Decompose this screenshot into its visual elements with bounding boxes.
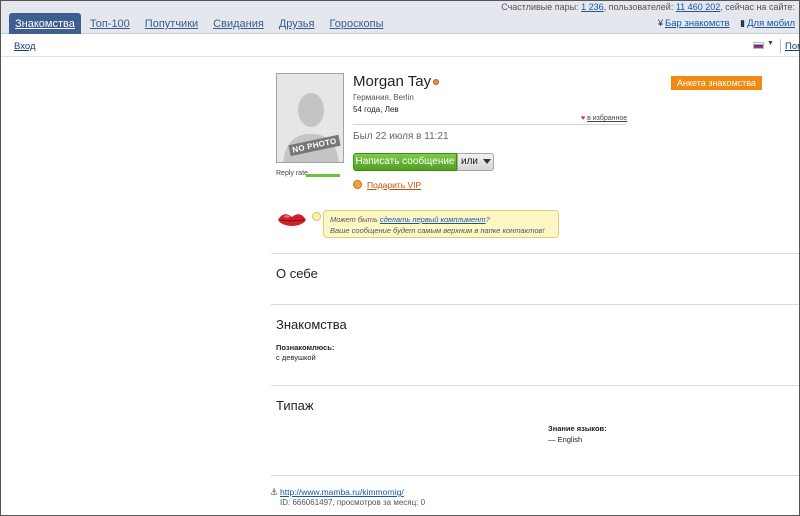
tip-line-2: Ваше сообщение будет самым верхним в пап… bbox=[330, 226, 545, 235]
gift-icon bbox=[353, 180, 362, 189]
online-status-icon bbox=[433, 79, 439, 85]
users-label: , пользователей: bbox=[603, 2, 674, 12]
profile-location: Германия, Berlin bbox=[353, 93, 414, 102]
lips-icon[interactable] bbox=[277, 211, 307, 229]
dating-value: с девушкой bbox=[276, 353, 316, 362]
language-caret-icon[interactable]: ▼ bbox=[767, 40, 774, 47]
tip-line-1: Может быть сделать первый комплимент? bbox=[330, 214, 552, 225]
favorites-label[interactable]: в избранное bbox=[587, 115, 627, 122]
tab-svidaniya[interactable]: Свидания bbox=[207, 13, 270, 34]
main-tabs: Знакомства Топ-100 Попутчики Свидания Др… bbox=[9, 13, 393, 34]
first-compliment-link[interactable]: сделать первый комплимент bbox=[380, 215, 486, 224]
bar-icon: ¥ bbox=[657, 18, 663, 28]
pairs-label: Счастливые пары: bbox=[501, 2, 579, 12]
tip-prefix: Может быть bbox=[330, 215, 380, 224]
reply-rate-label: Reply rate bbox=[276, 170, 308, 177]
profile-url-link[interactable]: http://www.mamba.ru/kimmornig/ bbox=[280, 487, 404, 497]
users-count-link[interactable]: 11 460 202 bbox=[676, 2, 720, 12]
profile-age-sign: 54 года, Лев bbox=[353, 105, 399, 114]
anchor-icon: ⚓ bbox=[270, 487, 279, 497]
login-link[interactable]: Вход bbox=[14, 41, 36, 52]
type-section-title: Типаж bbox=[276, 398, 314, 413]
smiley-icon bbox=[312, 212, 321, 221]
languages-value: — English bbox=[548, 435, 583, 444]
pairs-count-link[interactable]: 1 236 bbox=[581, 2, 604, 12]
profile-type-badge[interactable]: Анкета знакомства bbox=[671, 76, 762, 90]
mobile-link[interactable]: Для мобил bbox=[747, 18, 795, 29]
top-links: ¥ Бар знакомств ▮ Для мобил bbox=[658, 18, 795, 29]
help-link[interactable]: Помо bbox=[785, 41, 800, 52]
sub-divider bbox=[780, 39, 781, 53]
tab-druzya[interactable]: Друзья bbox=[273, 13, 321, 34]
tip-suffix: ? bbox=[485, 215, 490, 224]
profile-name: Morgan Tay bbox=[353, 73, 432, 90]
section-divider bbox=[271, 385, 799, 386]
tab-znakomstva[interactable]: Знакомства bbox=[9, 13, 81, 34]
about-section-title: О себе bbox=[276, 266, 318, 281]
online-label: , сейчас на сайте: bbox=[720, 2, 795, 12]
tab-poputchiki[interactable]: Попутчики bbox=[139, 13, 204, 34]
sub-navigation: Вход ▼ Помо bbox=[1, 35, 800, 57]
last-seen: Был 22 июля в 11:21 bbox=[353, 131, 449, 142]
section-divider bbox=[271, 304, 799, 305]
tab-top-100[interactable]: Топ-100 bbox=[84, 13, 136, 34]
profile-id-views: ID: 666061497, просмотров за месяц: 0 bbox=[280, 498, 426, 507]
compliment-tip: Может быть сделать первый комплимент? Ва… bbox=[323, 210, 559, 238]
mobile-icon: ▮ bbox=[740, 18, 746, 28]
dating-section-title: Знакомства bbox=[276, 317, 347, 332]
section-divider bbox=[271, 475, 799, 476]
write-message-button[interactable]: Написать сообщение bbox=[353, 153, 457, 171]
site-stats: Счастливые пары: 1 236, пользователей: 1… bbox=[501, 2, 795, 12]
dating-label: Познакомлюсь: bbox=[276, 343, 335, 352]
section-divider bbox=[271, 253, 799, 254]
top-navigation: Знакомства Топ-100 Попутчики Свидания Др… bbox=[1, 1, 799, 34]
add-to-favorites[interactable]: ♥ в избранное bbox=[581, 115, 627, 122]
profile-divider bbox=[353, 124, 626, 125]
heart-icon: ♥ bbox=[581, 115, 586, 122]
profile-photo[interactable]: NO PHOTO bbox=[276, 73, 344, 163]
languages-label: Знание языков: bbox=[548, 424, 607, 433]
tab-goroskopy[interactable]: Гороскопы bbox=[324, 13, 390, 34]
bar-link[interactable]: Бар знакомств bbox=[665, 18, 730, 29]
russian-flag-icon[interactable] bbox=[753, 42, 764, 49]
dropdown-caret-icon[interactable] bbox=[483, 159, 491, 164]
reply-rate-bar bbox=[306, 174, 340, 177]
gift-vip-link[interactable]: Подарить VIP bbox=[367, 180, 421, 190]
